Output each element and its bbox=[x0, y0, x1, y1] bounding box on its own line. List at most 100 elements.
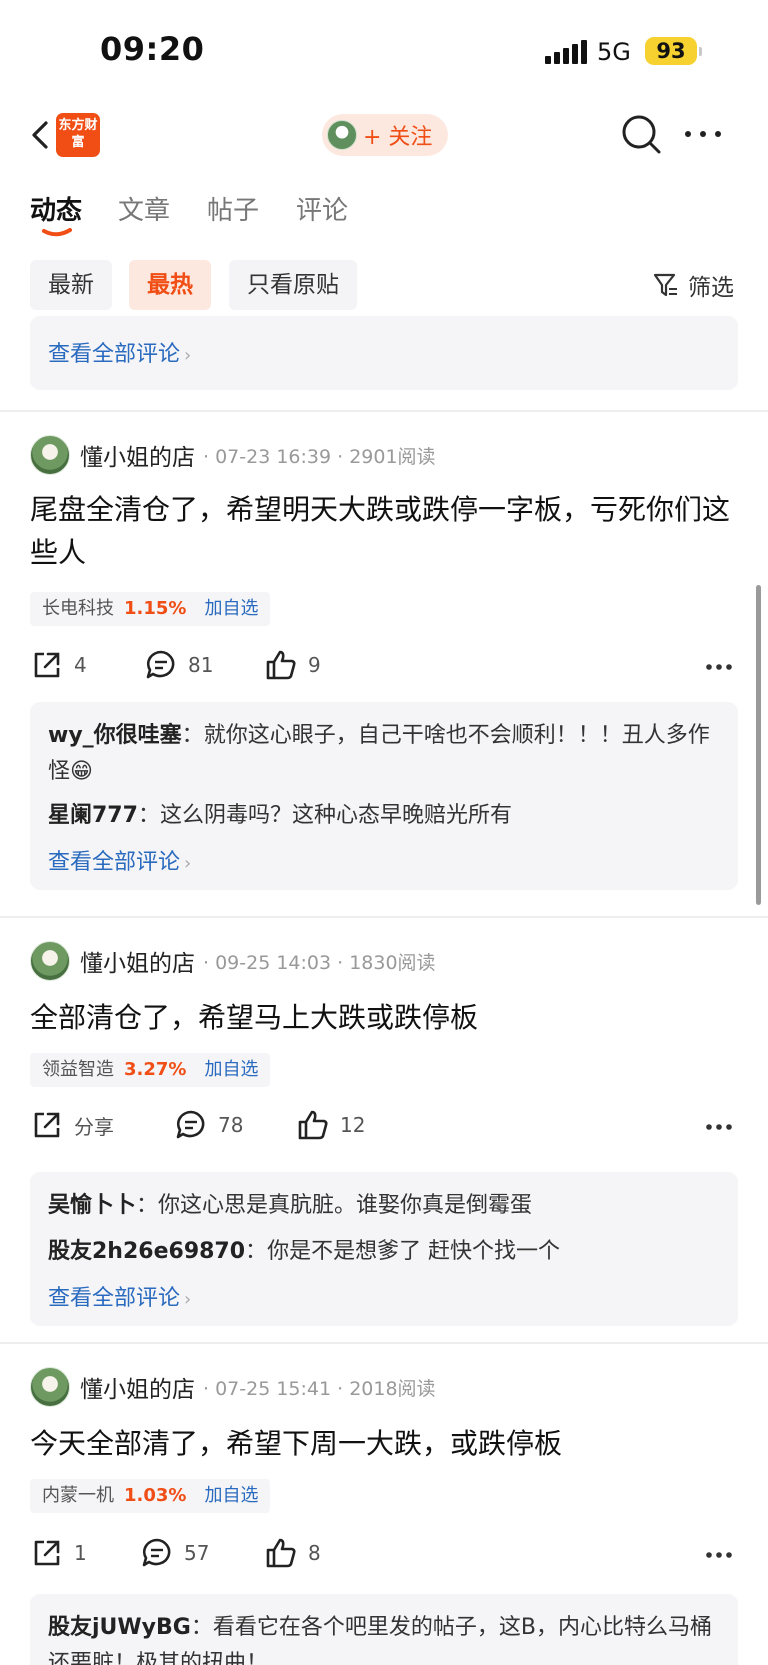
comment-count: 78 bbox=[218, 1113, 244, 1137]
share-icon bbox=[34, 1540, 60, 1566]
add-watchlist-button[interactable]: 加自选 bbox=[204, 592, 258, 626]
like-count: 12 bbox=[340, 1113, 366, 1137]
author-name[interactable]: 懂小姐的店 bbox=[80, 944, 195, 978]
network-type: 5G bbox=[597, 38, 631, 66]
comment-button[interactable]: 57 bbox=[140, 1536, 209, 1570]
add-watchlist-button[interactable]: 加自选 bbox=[204, 1479, 258, 1513]
commenter-name[interactable]: 星阑777 bbox=[48, 803, 138, 828]
view-all-comments[interactable]: 查看全部评论 › bbox=[30, 336, 738, 368]
post-card[interactable]: 懂小姐的店 · 07-23 16:39 · 2901阅读 尾盘全清仓了，希望明天… bbox=[0, 434, 768, 914]
post-card[interactable]: 懂小姐的店 · 09-25 14:03 · 1830阅读 全部清仓了，希望马上大… bbox=[0, 940, 768, 1340]
comment-item[interactable]: 股友2h26e69870：你是不是想爹了 赶快个找一个 bbox=[30, 1234, 738, 1270]
comment-item[interactable]: 星阑777：这么阴毒吗？这种心态早晚赔光所有 bbox=[30, 798, 738, 834]
battery-icon: 93 bbox=[645, 37, 697, 65]
scrollbar[interactable] bbox=[756, 585, 761, 905]
like-button[interactable]: 8 bbox=[264, 1536, 321, 1570]
stock-tag[interactable]: 内蒙一机 1.03% 加自选 bbox=[30, 1479, 271, 1513]
search-icon[interactable] bbox=[620, 113, 662, 155]
stock-tag[interactable]: 领益智造 3.27% 加自选 bbox=[30, 1053, 271, 1087]
share-icon bbox=[34, 652, 60, 678]
share-button[interactable]: 4 bbox=[30, 648, 87, 682]
status-time: 09:20 bbox=[100, 30, 205, 68]
author-avatar[interactable] bbox=[30, 1367, 70, 1407]
author-avatar[interactable] bbox=[30, 941, 70, 981]
post-meta: · 07-25 15:41 · 2018阅读 bbox=[203, 1377, 436, 1400]
tab-posts[interactable]: 帖子 bbox=[207, 190, 259, 227]
commenter-name[interactable]: 吴愉卜卜 bbox=[48, 1193, 136, 1218]
post-text[interactable]: 全部清仓了，希望马上大跌或跌停板 bbox=[30, 996, 742, 1039]
like-button[interactable]: 12 bbox=[296, 1108, 365, 1142]
tab-comments[interactable]: 评论 bbox=[296, 190, 348, 227]
comment-box: wy_你很哇塞：就你这心眼子，自己干啥也不会顺利！！！丑人多作怪😁 星阑777：… bbox=[30, 702, 738, 890]
post-header: 懂小姐的店 · 09-25 14:03 · 1830阅读 bbox=[30, 940, 436, 982]
filter-latest[interactable]: 最新 bbox=[30, 260, 112, 310]
view-all-comments[interactable]: 查看全部评论 › bbox=[30, 844, 738, 876]
follow-button[interactable]: + 关注 bbox=[322, 114, 448, 156]
more-icon[interactable] bbox=[683, 129, 723, 139]
action-bar: 4 81 9 bbox=[30, 648, 738, 688]
comment-box: 吴愉卜卜：你这心思是真肮脏。谁娶你真是倒霉蛋 股友2h26e69870：你是不是… bbox=[30, 1172, 738, 1326]
comment-text: 这么阴毒吗？这种心态早晚赔光所有 bbox=[159, 803, 512, 828]
commenter-name[interactable]: 股友2h26e69870 bbox=[48, 1239, 245, 1264]
comment-button[interactable]: 78 bbox=[174, 1108, 243, 1142]
comment-text: 你这心思是真肮脏。谁娶你真是倒霉蛋 bbox=[158, 1193, 533, 1218]
filter-bar: 最新 最热 只看原贴 筛选 bbox=[0, 260, 768, 316]
view-all-comments[interactable]: 查看全部评论 › bbox=[30, 1280, 738, 1312]
more-options-icon[interactable] bbox=[705, 663, 733, 671]
stock-name: 内蒙一机 bbox=[42, 1485, 114, 1506]
divider bbox=[0, 1342, 768, 1344]
commenter-name[interactable]: 股友jUWyBG bbox=[48, 1615, 191, 1640]
stock-tag[interactable]: 长电科技 1.15% 加自选 bbox=[30, 592, 271, 626]
filter-hottest[interactable]: 最热 bbox=[129, 260, 211, 310]
comment-icon bbox=[142, 1538, 171, 1567]
avatar bbox=[327, 120, 357, 150]
action-bar: 分享 78 12 bbox=[30, 1108, 738, 1148]
more-options-icon[interactable] bbox=[705, 1123, 733, 1131]
filter-original-only[interactable]: 只看原贴 bbox=[229, 260, 357, 310]
like-count: 9 bbox=[308, 653, 321, 677]
follow-label: + 关注 bbox=[363, 125, 433, 150]
comment-item[interactable]: wy_你很哇塞：就你这心眼子，自己干啥也不会顺利！！！丑人多作怪😁 bbox=[30, 718, 738, 790]
thumbs-up-icon bbox=[266, 1538, 296, 1568]
post-meta: · 09-25 14:03 · 1830阅读 bbox=[203, 951, 436, 974]
filter-label: 筛选 bbox=[688, 275, 734, 301]
like-count: 8 bbox=[308, 1541, 321, 1565]
divider bbox=[0, 916, 768, 918]
comment-box: 查看全部评论 › bbox=[30, 316, 738, 390]
filter-icon bbox=[653, 273, 677, 297]
action-bar: 1 57 8 bbox=[30, 1536, 738, 1576]
stock-change: 3.27% bbox=[124, 1059, 187, 1080]
stock-name: 领益智造 bbox=[42, 1059, 114, 1080]
comment-button[interactable]: 81 bbox=[144, 648, 213, 682]
tab-bar: 动态 文章 帖子 评论 bbox=[0, 190, 768, 240]
author-name[interactable]: 懂小姐的店 bbox=[80, 1370, 195, 1404]
commenter-name[interactable]: wy_你很哇塞 bbox=[48, 723, 182, 748]
comment-count: 81 bbox=[188, 653, 214, 677]
stock-name: 长电科技 bbox=[42, 598, 114, 619]
stock-change: 1.15% bbox=[124, 598, 187, 619]
post-text[interactable]: 今天全部清了，希望下周一大跌，或跌停板 bbox=[30, 1422, 742, 1465]
comment-item[interactable]: 股友jUWyBG：看看它在各个吧里发的帖子，这B，内心比特么马桶还要脏！极其的扭… bbox=[30, 1610, 738, 1665]
tab-articles[interactable]: 文章 bbox=[118, 190, 170, 227]
add-watchlist-button[interactable]: 加自选 bbox=[204, 1053, 258, 1087]
app-logo: 东方财富 bbox=[56, 113, 100, 157]
signal-icon bbox=[545, 40, 587, 64]
share-count: 1 bbox=[74, 1541, 87, 1565]
filter-button[interactable]: 筛选 bbox=[652, 268, 734, 302]
post-meta: · 07-23 16:39 · 2901阅读 bbox=[203, 445, 436, 468]
post-card[interactable]: 懂小姐的店 · 07-25 15:41 · 2018阅读 今天全部清了，希望下周… bbox=[0, 1366, 768, 1665]
nav-bar: 东方财富 + 关注 bbox=[0, 105, 768, 165]
share-button[interactable]: 分享 bbox=[30, 1108, 114, 1142]
share-button[interactable]: 1 bbox=[30, 1536, 87, 1570]
divider bbox=[0, 410, 768, 412]
author-name[interactable]: 懂小姐的店 bbox=[80, 438, 195, 472]
post-text[interactable]: 尾盘全清仓了，希望明天大跌或跌停一字板，亏死你们这些人 bbox=[30, 488, 742, 574]
more-options-icon[interactable] bbox=[705, 1551, 733, 1559]
share-count: 4 bbox=[74, 653, 87, 677]
thumbs-up-icon bbox=[266, 650, 296, 680]
tab-dynamic[interactable]: 动态 bbox=[30, 190, 82, 227]
thumbs-up-icon bbox=[298, 1110, 328, 1140]
author-avatar[interactable] bbox=[30, 435, 70, 475]
comment-item[interactable]: 吴愉卜卜：你这心思是真肮脏。谁娶你真是倒霉蛋 bbox=[30, 1188, 738, 1224]
like-button[interactable]: 9 bbox=[264, 648, 321, 682]
